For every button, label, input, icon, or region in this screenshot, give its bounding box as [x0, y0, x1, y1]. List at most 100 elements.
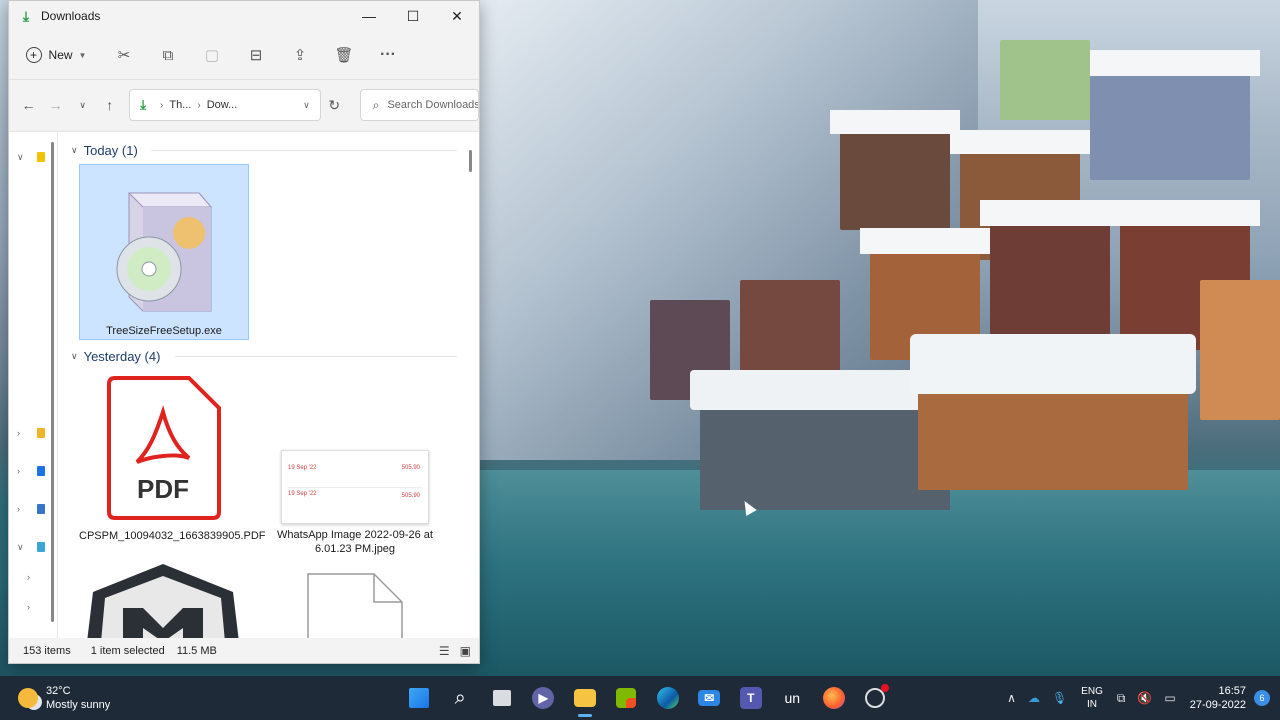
copy-button[interactable]: ⧉: [153, 39, 183, 71]
this-pc-icon[interactable]: [37, 542, 45, 552]
quick-access-star-icon[interactable]: [37, 152, 45, 162]
onedrive-icon[interactable]: [37, 466, 45, 476]
expand-chevron-icon[interactable]: ∨: [17, 152, 24, 163]
trash-icon: 🗑: [334, 47, 354, 64]
file-explorer-window: ⤓ Downloads — ☐ ✕ + New ▼ ✂ ⧉ ▢ ⊟ ⇪ 🗑 ··…: [8, 0, 480, 664]
status-bar: 153 items 1 item selected 11.5 MB ☰ ▣: [9, 639, 479, 663]
file-item[interactable]: [271, 572, 439, 638]
un-app-label: un: [784, 690, 801, 706]
rename-button[interactable]: ⊟: [241, 39, 271, 71]
address-dropdown-chevron-icon[interactable]: ∨: [303, 100, 310, 111]
folder-icon[interactable]: [37, 428, 45, 438]
breadcrumb-chevron-icon: ›: [160, 99, 164, 111]
cut-button[interactable]: ✂: [109, 39, 139, 71]
system-tray: ∧ ☁ 🎙 ENG IN ⧉ 🔇 ▭ 16:57 27-09-2022 6: [1001, 676, 1280, 720]
paste-button[interactable]: ▢: [197, 39, 227, 71]
firefox-button[interactable]: [813, 676, 855, 720]
file-name: WhatsApp Image 2022-09-26 at 6.01.23 PM.…: [277, 529, 433, 555]
large-icons-view-icon[interactable]: ▣: [460, 644, 471, 658]
screen-recorder-button[interactable]: [855, 676, 897, 720]
title-bar[interactable]: ⤓ Downloads — ☐ ✕: [9, 1, 479, 31]
collapse-chevron-icon: ∨: [71, 350, 78, 361]
firefox-icon: [822, 687, 845, 709]
notification-badge[interactable]: 6: [1254, 690, 1270, 706]
battery-icon[interactable]: ▭: [1164, 691, 1175, 705]
chevron-down-icon: ▼: [78, 50, 87, 60]
file-item[interactable]: PDF CPSPM_10094032_1663839905.PDF: [79, 376, 266, 556]
search-placeholder: Search Downloads: [387, 99, 479, 111]
close-button[interactable]: ✕: [435, 1, 479, 31]
video-chat-icon: ▶: [532, 687, 555, 709]
refresh-icon[interactable]: ↻: [321, 97, 348, 114]
new-button[interactable]: + New ▼: [23, 39, 89, 71]
explorer-body: ∨ › › › ∨ › › ∨ Today (1) TreeSizeFreeSe…: [9, 131, 479, 638]
search-box[interactable]: ⌕ Search Downloads: [359, 89, 479, 121]
expand-chevron-icon[interactable]: ›: [17, 466, 20, 476]
share-button[interactable]: ⇪: [285, 39, 315, 71]
up-arrow-icon[interactable]: ↑: [96, 97, 123, 113]
expand-chevron-icon[interactable]: ›: [27, 602, 30, 612]
selection-size: 11.5 MB: [176, 645, 217, 657]
file-list-scrollbar[interactable]: [469, 150, 472, 172]
weather-temp: 32°C: [46, 685, 71, 697]
recent-locations-chevron-icon[interactable]: ∨: [69, 100, 96, 111]
expand-chevron-icon[interactable]: ›: [17, 428, 20, 438]
teams-chat-button[interactable]: ▶: [523, 676, 565, 720]
breadcrumb-chevron-icon: ›: [197, 99, 201, 111]
group-header-yesterday[interactable]: ∨ Yesterday (4): [71, 346, 160, 366]
un-app-button[interactable]: un: [772, 676, 814, 720]
file-item[interactable]: TreeSizeFreeSetup.exe: [79, 164, 249, 340]
copy-icon: ⧉: [162, 46, 174, 64]
start-button[interactable]: [398, 676, 440, 720]
maximize-button[interactable]: ☐: [391, 1, 435, 31]
expand-chevron-icon[interactable]: ›: [27, 572, 30, 582]
show-hidden-icons-chevron-icon[interactable]: ∧: [1007, 691, 1016, 705]
file-name: TreeSizeFreeSetup.exe: [106, 325, 222, 337]
expand-chevron-icon[interactable]: ›: [17, 504, 20, 514]
drive-icon[interactable]: [37, 504, 45, 514]
search-icon: ⌕: [454, 686, 466, 709]
network-display-icon[interactable]: ⧉: [1117, 691, 1126, 706]
microsoft-store-button[interactable]: [606, 676, 648, 720]
onedrive-cloud-icon[interactable]: ☁: [1028, 691, 1040, 705]
delete-button[interactable]: 🗑: [329, 39, 359, 71]
task-view-button[interactable]: [481, 676, 523, 720]
item-count: 153 items: [23, 645, 71, 657]
scissors-icon: ✂: [117, 47, 131, 64]
breadcrumb-item-this-pc[interactable]: Th...: [169, 99, 191, 111]
breadcrumb-item-downloads[interactable]: Dow...: [207, 99, 238, 111]
taskbar: 32°C Mostly sunny ⌕ ▶ ✉ T un ∧ ☁ 🎙 ENG I…: [0, 676, 1280, 720]
search-button[interactable]: ⌕: [440, 676, 482, 720]
wallpaper-pavilion: [910, 334, 1196, 490]
clock[interactable]: 16:57 27-09-2022: [1190, 684, 1246, 712]
teams-button[interactable]: T: [730, 676, 772, 720]
forward-arrow-icon[interactable]: →: [42, 97, 69, 113]
microphone-icon[interactable]: 🎙: [1052, 691, 1067, 705]
navigation-pane[interactable]: ∨ › › › ∨ › ›: [9, 132, 58, 638]
file-item[interactable]: 19 Sep '22 505.90 19 Sep '22 505.90 What…: [271, 376, 439, 556]
new-button-label: New: [48, 48, 73, 62]
address-bar[interactable]: ⤓ › Th... › Dow... ∨: [129, 89, 321, 121]
file-explorer-taskbar-button[interactable]: [564, 676, 606, 720]
expand-chevron-icon[interactable]: ∨: [17, 542, 24, 553]
collapse-chevron-icon: ∨: [71, 144, 78, 155]
weather-widget[interactable]: 32°C Mostly sunny: [18, 684, 110, 712]
divider: [288, 487, 422, 488]
edge-button[interactable]: [647, 676, 689, 720]
file-item[interactable]: [79, 562, 247, 638]
mail-button[interactable]: ✉: [689, 676, 731, 720]
installer-box-icon: [116, 192, 213, 312]
speaker-muted-icon[interactable]: 🔇: [1137, 691, 1152, 705]
downloads-arrow-icon: ⤓: [140, 97, 146, 112]
input-language-indicator[interactable]: ENG IN: [1081, 685, 1103, 711]
back-arrow-icon[interactable]: ←: [15, 97, 42, 113]
navigation-bar: ← → ∨ ↑ ⤓ › Th... › Dow... ∨ ↻ ⌕ Search …: [9, 80, 479, 130]
task-view-icon: [492, 690, 511, 706]
minimize-button[interactable]: —: [347, 1, 391, 31]
wallpaper-boathouse: [690, 370, 960, 510]
details-view-icon[interactable]: ☰: [439, 644, 450, 658]
more-options-button[interactable]: ···: [373, 39, 403, 71]
group-header-today[interactable]: ∨ Today (1): [71, 140, 138, 160]
store-icon: [616, 688, 637, 708]
navigation-pane-scrollbar[interactable]: [51, 142, 54, 622]
